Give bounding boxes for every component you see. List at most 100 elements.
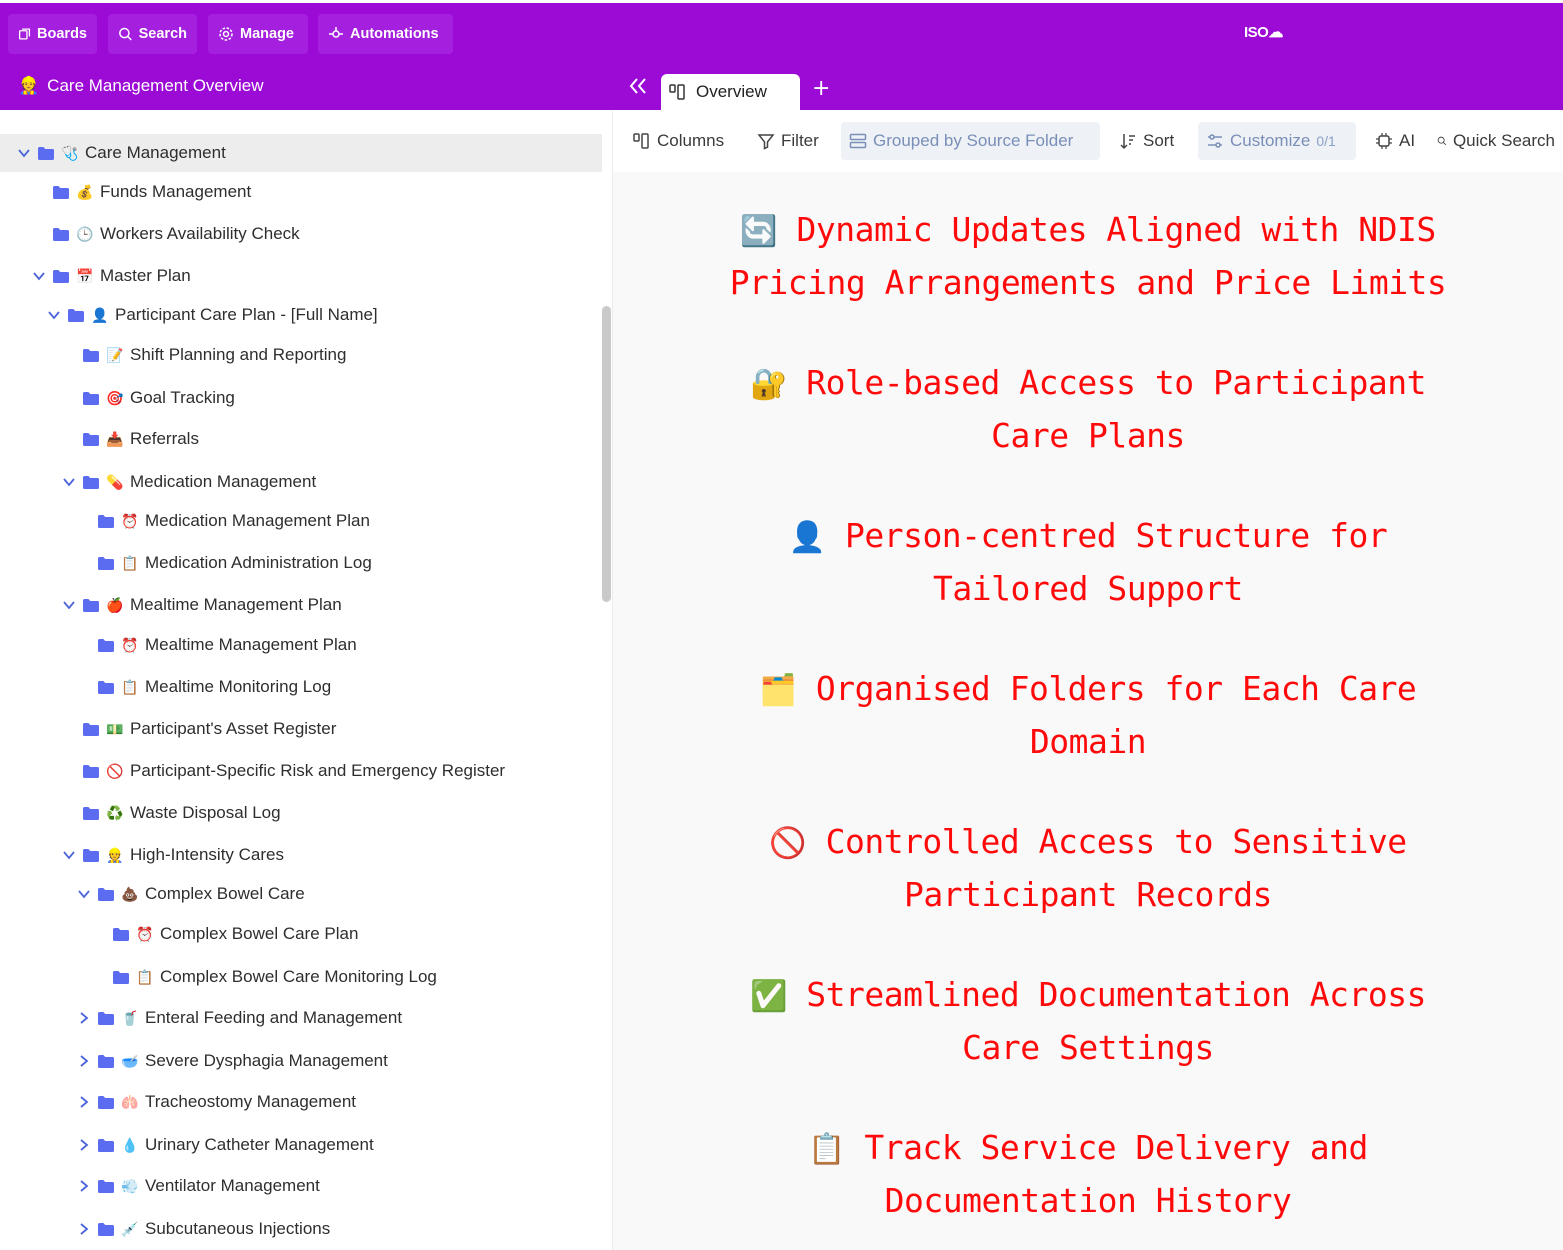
folder-icon — [37, 146, 55, 161]
quick-search-button[interactable]: Quick Search — [1429, 122, 1563, 160]
tree-item-emoji-icon: 💧 — [121, 1136, 139, 1153]
tree-item[interactable]: 📋 Medication Administration Log — [76, 544, 372, 582]
check-mark-icon: ✅ — [750, 979, 787, 1014]
top-navigation-bar: Boards Search Manage Automations ISO☁ — [0, 0, 1563, 64]
tree-item[interactable]: 💨 Ventilator Management — [76, 1167, 320, 1205]
group-by-button[interactable]: Grouped by Source Folder — [841, 122, 1100, 160]
chevron-right-icon[interactable] — [76, 1221, 92, 1237]
tree-item-label: Ventilator Management — [145, 1176, 320, 1195]
tree-item[interactable]: ♻️ Waste Disposal Log — [61, 794, 281, 832]
gear-icon — [219, 27, 233, 41]
sort-button[interactable]: Sort — [1111, 122, 1182, 160]
tree-item-label: Subcutaneous Injections — [145, 1219, 331, 1238]
chevron-right-icon[interactable] — [76, 1137, 92, 1153]
tree-item[interactable]: ⏰ Complex Bowel Care Plan — [91, 915, 358, 953]
group-icon — [849, 133, 867, 149]
tree-item[interactable]: 📥 Referrals — [61, 420, 199, 458]
manage-button[interactable]: Manage — [208, 14, 308, 54]
tree-item-label: Goal Tracking — [130, 388, 235, 407]
tab-overview[interactable]: Overview — [661, 74, 800, 110]
boards-label: Boards — [37, 26, 87, 42]
folder-icon — [52, 269, 70, 284]
folder-icon — [67, 308, 85, 323]
chevron-right-icon[interactable] — [76, 1178, 92, 1194]
tree-item[interactable]: 💉 Subcutaneous Injections — [76, 1210, 330, 1248]
filter-label: Filter — [781, 131, 819, 150]
search-label: Search — [138, 26, 187, 42]
ai-button[interactable]: AI — [1367, 122, 1423, 160]
tree-item[interactable]: 🍎 Mealtime Management Plan — [61, 586, 342, 624]
tree-item-label: Mealtime Management Plan — [130, 595, 342, 614]
folder-icon — [82, 348, 100, 363]
tree-item[interactable]: 🕒 Workers Availability Check — [31, 215, 300, 253]
tree-item[interactable]: 📋 Mealtime Monitoring Log — [76, 668, 331, 706]
tree-item-label: Medication Administration Log — [145, 553, 372, 572]
tree-item-emoji-icon: 🥤 — [121, 1009, 139, 1026]
overview-content: 🔄 Dynamic Updates Aligned with NDIS Pric… — [613, 172, 1563, 1250]
search-button[interactable]: Search — [108, 14, 197, 54]
tree-item[interactable]: 📋 Complex Bowel Care Monitoring Log — [91, 958, 437, 996]
tree-item[interactable]: 💵 Participant's Asset Register — [61, 710, 336, 748]
quick-search-label: Quick Search — [1452, 131, 1555, 150]
board-title-text: Care Management Overview — [47, 76, 264, 95]
folder-tree: 🩺 Care Management 💰 Funds Management 🕒 Worker… — [0, 110, 613, 1250]
automations-button[interactable]: Automations — [318, 14, 453, 54]
tree-scrollbar[interactable] — [602, 306, 611, 602]
feature-track-service-delivery: 📋 Track Service Delivery and Documentati… — [713, 1122, 1463, 1226]
feature-text: Organised Folders for Each Care Domain — [815, 669, 1417, 761]
chevron-right-icon[interactable] — [76, 1010, 92, 1026]
feature-person-centred: 👤 Person-centred Structure for Tailored … — [713, 510, 1463, 614]
manage-label: Manage — [240, 26, 294, 42]
collapse-sidebar-button[interactable] — [626, 74, 650, 98]
tree-item[interactable]: 🥣 Severe Dysphagia Management — [76, 1042, 388, 1080]
chevron-down-icon[interactable] — [76, 886, 92, 902]
person-icon: 👤 — [788, 520, 826, 555]
feature-text: Dynamic Updates Aligned with NDIS Pricin… — [729, 210, 1447, 302]
chevron-down-icon[interactable] — [61, 847, 77, 863]
lock-key-icon: 🔐 — [750, 367, 787, 402]
chevron-right-icon[interactable] — [76, 1053, 92, 1069]
tree-item[interactable]: ⏰ Mealtime Management Plan — [76, 626, 357, 664]
tree-item[interactable]: 📝 Shift Planning and Reporting — [61, 336, 346, 374]
tree-item[interactable]: 🥤 Enteral Feeding and Management — [76, 999, 402, 1037]
chevron-down-icon[interactable] — [46, 307, 62, 323]
cloud-icon: ☁ — [1268, 24, 1283, 41]
folder-dividers-icon: 🗂️ — [759, 673, 797, 708]
tree-item[interactable]: 🚫 Participant-Specific Risk and Emergency… — [61, 752, 505, 790]
chevron-right-icon[interactable] — [76, 1094, 92, 1110]
customize-button[interactable]: Customize 0/1 — [1198, 122, 1356, 160]
tree-item[interactable]: 👷 High-Intensity Cares — [61, 836, 284, 874]
chevron-down-icon[interactable] — [16, 145, 32, 161]
tree-item-emoji-icon: 🎯 — [106, 389, 124, 406]
tree-item-label: Medication Management — [130, 472, 317, 491]
chevron-down-icon[interactable] — [61, 474, 77, 490]
tree-item[interactable]: 🩺 Care Management — [0, 134, 602, 172]
tree-item[interactable]: 💰 Funds Management — [31, 173, 251, 211]
tree-item-emoji-icon: 📅 — [76, 267, 94, 284]
tree-item[interactable]: 👤 Participant Care Plan - [Full Name] — [46, 296, 378, 334]
tree-item[interactable]: 💊 Medication Management — [61, 463, 316, 501]
tree-item[interactable]: 💧 Urinary Catheter Management — [76, 1126, 374, 1164]
tree-item[interactable]: 📅 Master Plan — [31, 257, 191, 295]
tree-item[interactable]: 🫁 Tracheostomy Management — [76, 1083, 356, 1121]
tree-item[interactable]: ⏰ Medication Management Plan — [76, 502, 370, 540]
chevron-down-icon[interactable] — [61, 597, 77, 613]
tree-item-label: Waste Disposal Log — [130, 803, 281, 822]
tree-item-emoji-icon: ⏰ — [121, 512, 139, 529]
tree-item-emoji-icon: 👷 — [106, 846, 124, 863]
worker-icon: 👷 — [18, 76, 40, 95]
brand-text: ISO — [1244, 24, 1269, 41]
chevron-down-icon[interactable] — [31, 268, 47, 284]
tree-item[interactable]: 💩 Complex Bowel Care — [76, 875, 305, 913]
tree-item-label: Medication Management Plan — [145, 511, 370, 530]
folder-icon — [97, 1011, 115, 1026]
columns-button[interactable]: Columns — [625, 122, 732, 160]
filter-button[interactable]: Filter — [749, 122, 827, 160]
add-tab-button[interactable]: + — [812, 76, 830, 101]
boards-button[interactable]: Boards — [8, 14, 97, 54]
tree-item[interactable]: 🎯 Goal Tracking — [61, 379, 235, 417]
tree-item-emoji-icon: 📋 — [121, 554, 139, 571]
